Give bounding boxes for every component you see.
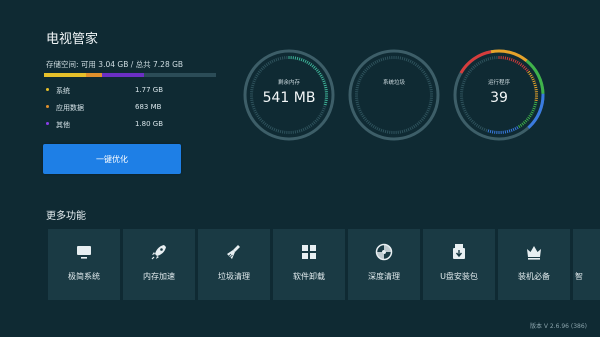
gauge-label: 系统垃圾 <box>382 80 405 86</box>
legend-item-other: 其他 1.80 GB <box>46 120 186 137</box>
tile-label: 内存加速 <box>143 272 175 281</box>
tile-label: 深度清理 <box>368 272 400 281</box>
storage-bar-segment <box>144 73 216 77</box>
legend-dot <box>46 105 49 108</box>
more-features-heading: 更多功能 <box>46 211 86 222</box>
free-memory-gauge[interactable]: 剩余内存 541 MB <box>241 47 337 143</box>
tile-essential-apps[interactable]: 装机必备 <box>498 229 570 300</box>
gauge-label: 运行程序 <box>487 80 510 86</box>
tile-partial[interactable]: 智 <box>573 229 600 300</box>
tile-label: 智 <box>575 272 583 281</box>
storage-bar-segment <box>101 73 145 77</box>
crown-icon <box>527 246 541 260</box>
app-grid-icon <box>302 245 316 259</box>
storage-summary: 存储空间: 可用 3.04 GB / 总共 7.28 GB <box>46 60 184 69</box>
usb-package-icon <box>453 244 465 259</box>
tile-label: U盘安装包 <box>440 272 478 281</box>
gauge-label: 剩余内存 <box>277 80 300 86</box>
monitor-icon <box>77 246 91 259</box>
legend-item-system: 系统 1.77 GB <box>46 86 186 103</box>
storage-bar-segment <box>44 73 86 77</box>
legend-dot <box>46 88 49 91</box>
tile-label: 极简系统 <box>68 272 100 281</box>
gauge-value: 541 MB <box>262 90 316 106</box>
legend-label: 其他 <box>56 121 70 129</box>
legend-value: 1.80 GB <box>135 120 164 128</box>
legend-dot <box>46 122 49 125</box>
tile-app-uninstall[interactable]: 软件卸载 <box>273 229 345 300</box>
gauge-track <box>348 49 440 141</box>
legend-label: 系统 <box>56 87 70 95</box>
version-label: 版本 V 2.6.96 (386) <box>529 323 587 330</box>
feature-tiles: 极简系统 内存加速 垃圾清理 软件卸载 深度清理 U盘安装包 装机必备 智 <box>48 229 600 300</box>
gauge-value: 39 <box>490 90 508 106</box>
legend-value: 683 MB <box>135 103 162 111</box>
disc-icon <box>375 243 393 261</box>
tile-label: 软件卸载 <box>293 272 325 281</box>
running-apps-gauge[interactable]: 运行程序 39 <box>451 47 547 143</box>
tile-label: 装机必备 <box>518 272 550 281</box>
tile-junk-clean[interactable]: 垃圾清理 <box>198 229 270 300</box>
tile-minimal-system[interactable]: 极简系统 <box>48 229 120 300</box>
storage-bar-segment <box>85 73 102 77</box>
system-junk-gauge[interactable]: 系统垃圾 <box>346 47 442 143</box>
gauge-arc-segment <box>459 50 492 74</box>
tile-memory-boost[interactable]: 内存加速 <box>123 229 195 300</box>
one-click-optimize-button[interactable]: 一键优化 <box>43 144 181 174</box>
tile-label: 垃圾清理 <box>218 272 250 281</box>
gauge-ticks <box>355 56 433 134</box>
tile-deep-clean[interactable]: 深度清理 <box>348 229 420 300</box>
gauge-ring <box>348 49 440 141</box>
storage-usage-bar <box>44 73 216 77</box>
tile-usb-package[interactable]: U盘安装包 <box>423 229 495 300</box>
gauge-arc-segment <box>490 49 528 63</box>
broom-icon <box>227 245 240 259</box>
storage-legend: 系统 1.77 GB 应用数据 683 MB 其他 1.80 GB <box>46 86 186 137</box>
rocket-icon <box>151 245 166 260</box>
app-title: 电视管家 <box>46 32 99 47</box>
legend-value: 1.77 GB <box>135 86 164 94</box>
legend-label: 应用数据 <box>56 104 84 112</box>
legend-item-app-data: 应用数据 683 MB <box>46 103 186 120</box>
